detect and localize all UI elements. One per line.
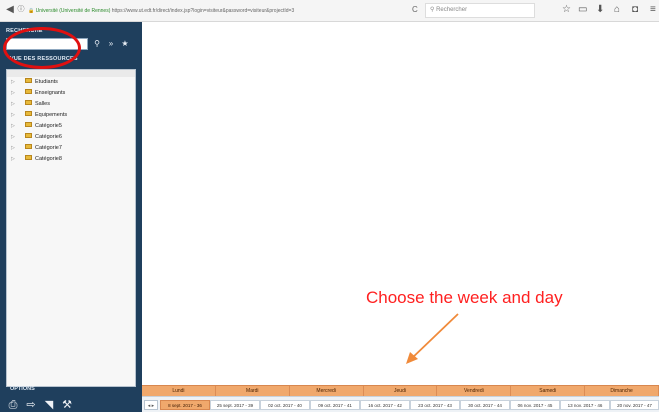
tree-item[interactable]: ▷ Equipements <box>11 111 68 120</box>
folder-icon <box>25 78 32 84</box>
tree-item[interactable]: ▷ Catégorie6 <box>11 133 62 142</box>
week-tab[interactable]: 23 oct. 2017 - 43 <box>410 400 460 410</box>
folder-icon <box>25 133 32 139</box>
tree-item[interactable]: ▷ Enseignants <box>11 89 66 98</box>
library-icon[interactable]: ▭ <box>578 4 587 15</box>
week-tab[interactable]: 16 oct. 2017 - 42 <box>360 400 410 410</box>
folder-icon <box>25 100 32 106</box>
pocket-icon[interactable]: ◘ <box>632 4 638 15</box>
week-tab[interactable]: 09 oct. 2017 - 41 <box>310 400 360 410</box>
folder-icon <box>25 144 32 150</box>
search-icon[interactable]: ⚲ <box>92 38 102 50</box>
settings-icon[interactable]: ⚒ <box>60 399 74 411</box>
home-icon[interactable]: ⌂ <box>614 4 620 15</box>
day-tab[interactable]: Vendredi <box>437 386 512 396</box>
day-tab[interactable]: Lundi <box>142 386 216 396</box>
expand-arrow-icon[interactable]: ▷ <box>11 144 15 153</box>
star-icon[interactable]: ☆ <box>562 4 571 15</box>
week-tab[interactable]: 20 nov. 2017 - 47 <box>610 400 659 410</box>
week-tab[interactable]: 30 oct. 2017 - 44 <box>460 400 510 410</box>
annotation-arrow-icon <box>406 313 459 364</box>
folder-icon <box>25 111 32 117</box>
download-icon[interactable]: ⬇ <box>596 4 604 15</box>
application-window: ◀ ⓘ 🔒 Université (Université de Rennes) … <box>0 0 659 412</box>
week-tab[interactable]: 02 oct. 2017 - 40 <box>260 400 310 410</box>
expand-arrow-icon[interactable]: ▷ <box>11 111 15 120</box>
expand-arrow-icon[interactable]: ▷ <box>11 155 15 164</box>
resource-tree: ▷ Etudiants ▷ Enseignants ▷ Salles ▷ Equipem… <box>6 69 136 387</box>
tree-item-label: Equipements <box>35 112 68 118</box>
browser-toolbar: ◀ ⓘ 🔒 Université (Université de Rennes) … <box>0 0 659 22</box>
reload-icon[interactable]: C <box>412 5 418 14</box>
tree-item[interactable]: ▷ Etudiants <box>11 78 58 87</box>
week-tab[interactable]: 06 nov. 2017 - 45 <box>510 400 560 410</box>
tree-item[interactable]: ▷ Catégorie8 <box>11 155 62 164</box>
highlight-circle <box>3 27 81 69</box>
week-tab[interactable]: 13 nov. 2017 - 46 <box>560 400 610 410</box>
instruction-annotation: Choose the week and day <box>366 288 563 307</box>
folder-icon <box>25 155 32 161</box>
tree-item-label: Catégorie5 <box>35 123 62 129</box>
week-nav-arrows[interactable]: ◂ ▸ <box>144 400 158 410</box>
sidebar: RECHERCHE ⚲ » ★ VUE DES RESSOURCES ▷ Etud… <box>0 22 142 412</box>
forward-icon[interactable]: » <box>106 38 116 50</box>
day-tab[interactable]: Samedi <box>511 386 586 396</box>
week-selector-bar: ◂ ▸ 8 sept. 2017 - 36 25 sept. 2017 - 39… <box>142 396 659 412</box>
print-icon[interactable]: ⎙ <box>6 399 20 411</box>
tree-item-label: Salles <box>35 101 50 107</box>
tree-item-label: Enseignants <box>35 90 66 96</box>
tree-item[interactable]: ▷ Catégorie5 <box>11 122 62 131</box>
rss-icon[interactable]: ◥ <box>42 399 56 411</box>
day-tab[interactable]: Mercredi <box>290 386 364 396</box>
lock-icon: 🔒 <box>28 8 35 14</box>
expand-arrow-icon[interactable]: ▷ <box>11 78 15 87</box>
week-tab[interactable]: 25 sept. 2017 - 39 <box>210 400 260 410</box>
export-icon[interactable]: ⇨ <box>24 399 38 411</box>
site-identity: Université (Université de Rennes) <box>35 8 111 14</box>
favorite-star-icon[interactable]: ★ <box>120 38 130 50</box>
browser-search-field[interactable]: ⚲ Rechercher <box>425 3 535 18</box>
tree-header <box>7 70 135 77</box>
address-bar[interactable]: 🔒 Université (Université de Rennes) http… <box>28 5 408 17</box>
tree-item[interactable]: ▷ Salles <box>11 100 50 109</box>
expand-arrow-icon[interactable]: ▷ <box>11 133 15 142</box>
folder-icon <box>25 89 32 95</box>
tree-item[interactable]: ▷ Catégorie7 <box>11 144 62 153</box>
week-tab[interactable]: 8 sept. 2017 - 36 <box>160 400 210 410</box>
day-selector-bar: Lundi Mardi Mercredi Jeudi Vendredi Same… <box>142 385 659 396</box>
options-title: OPTIONS <box>10 386 35 392</box>
day-tab[interactable]: Dimanche <box>585 386 659 396</box>
expand-arrow-icon[interactable]: ▷ <box>11 100 15 109</box>
day-tab[interactable]: Mardi <box>216 386 290 396</box>
folder-icon <box>25 122 32 128</box>
menu-icon[interactable]: ≡ <box>650 4 656 15</box>
tree-item-label: Etudiants <box>35 79 58 85</box>
info-icon[interactable]: ⓘ <box>15 4 27 16</box>
day-tab[interactable]: Jeudi <box>364 386 438 396</box>
tree-item-label: Catégorie8 <box>35 156 62 162</box>
tree-item-label: Catégorie6 <box>35 134 62 140</box>
expand-arrow-icon[interactable]: ▷ <box>11 122 15 131</box>
browser-search-placeholder: Rechercher <box>436 7 468 13</box>
expand-arrow-icon[interactable]: ▷ <box>11 89 15 98</box>
url-text: https://www.ut.edt.fr/direct/index.jsp?l… <box>111 8 295 14</box>
tree-item-label: Catégorie7 <box>35 145 62 151</box>
